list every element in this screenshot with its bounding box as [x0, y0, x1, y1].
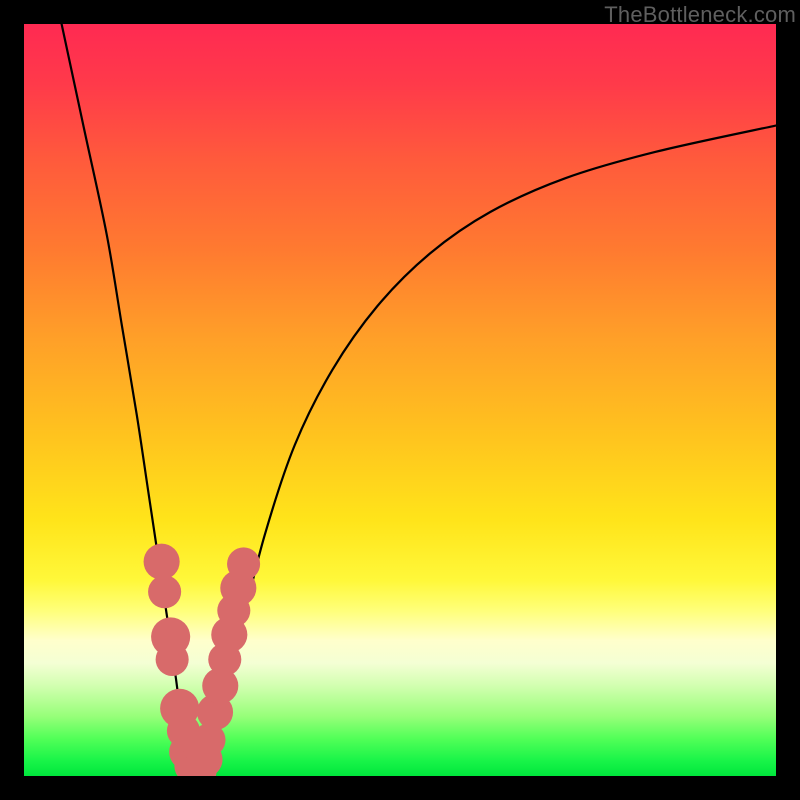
watermark-text: TheBottleneck.com — [604, 2, 796, 28]
chart-svg — [24, 24, 776, 776]
cluster-point — [148, 575, 181, 608]
plot-area — [24, 24, 776, 776]
cluster-point — [156, 643, 189, 676]
cluster-point — [227, 547, 260, 580]
chart-frame: TheBottleneck.com — [0, 0, 800, 800]
cluster-point — [144, 544, 180, 580]
